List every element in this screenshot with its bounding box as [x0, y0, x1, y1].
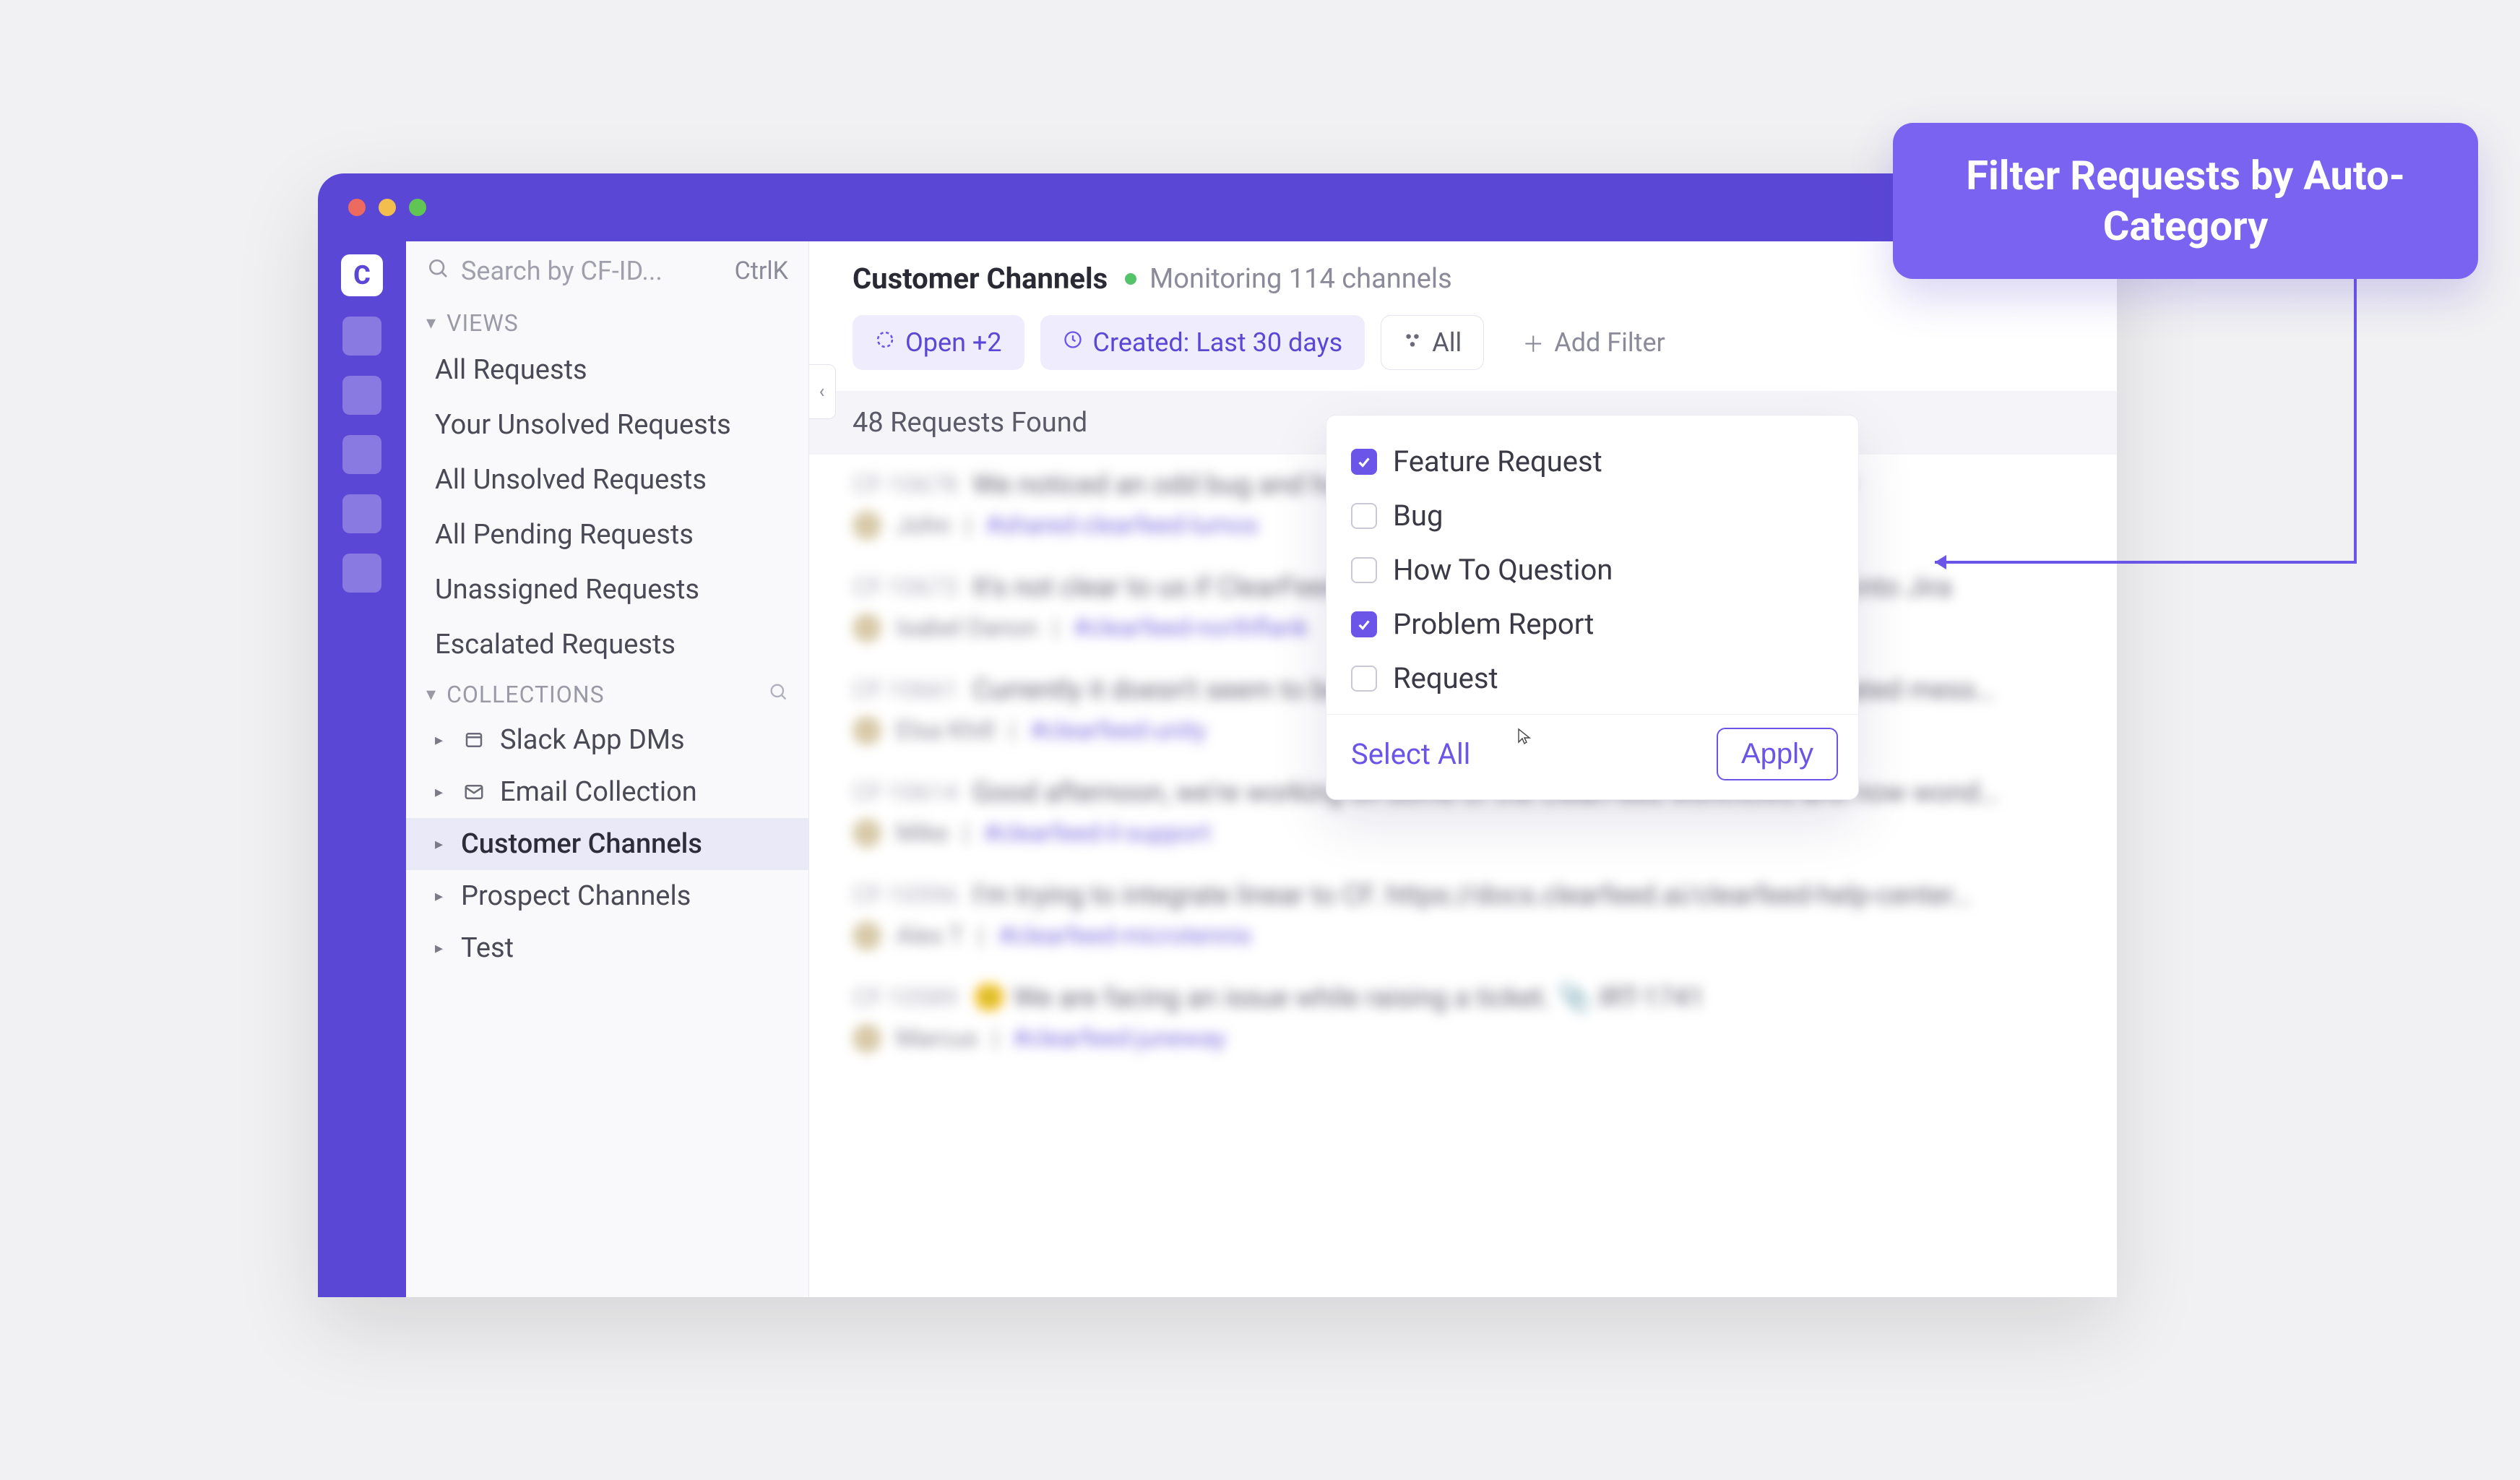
checkbox[interactable] [1351, 449, 1377, 475]
cursor-icon [1516, 728, 1533, 745]
rail-item[interactable] [342, 376, 381, 415]
caret-right-icon: ▸ [435, 731, 448, 749]
sidebar-collection-item[interactable]: ▸ Email Collection [406, 766, 808, 818]
filter-open-label: Open +2 [905, 327, 1002, 358]
status-dot-icon [1125, 273, 1136, 285]
collection-label: Slack App DMs [500, 724, 685, 756]
sidebar-view-item[interactable]: Your Unsolved Requests [406, 397, 808, 452]
sidebar: Search by CF-ID... CtrlK ▾ VIEWS All Req… [406, 241, 809, 1297]
annotation-badge: Filter Requests by Auto-Category [1893, 123, 2478, 279]
filter-option-label: Request [1393, 661, 1498, 695]
category-icon [1403, 330, 1422, 356]
caret-down-icon: ▾ [426, 312, 436, 334]
add-filter-button[interactable]: ＋ Add Filter [1500, 314, 1688, 371]
select-all-button[interactable]: Select All [1351, 737, 1470, 771]
filter-option-label: How To Question [1393, 553, 1613, 587]
views-section-header[interactable]: ▾ VIEWS [406, 301, 808, 343]
sidebar-view-item[interactable]: Escalated Requests [406, 617, 808, 672]
filter-created-label: Created: Last 30 days [1093, 327, 1343, 358]
app-logo[interactable]: C [341, 254, 383, 296]
checkbox[interactable] [1351, 611, 1377, 637]
sidebar-view-item[interactable]: All Unsolved Requests [406, 452, 808, 507]
window-close-icon[interactable] [348, 199, 366, 216]
caret-right-icon: ▸ [435, 835, 448, 853]
sidebar-collection-item[interactable]: ▸ Prospect Channels [406, 870, 808, 922]
sidebar-collection-item[interactable]: ▸ Customer Channels [406, 818, 808, 870]
sidebar-collection-item[interactable]: ▸ Test [406, 922, 808, 974]
rail-item[interactable] [342, 317, 381, 356]
filter-option-label: Bug [1393, 499, 1443, 533]
views-label: VIEWS [446, 309, 519, 337]
filter-option[interactable]: Problem Report [1326, 597, 1858, 651]
checkbox[interactable] [1351, 666, 1377, 692]
search-input[interactable]: Search by CF-ID... CtrlK [406, 241, 808, 301]
search-placeholder: Search by CF-ID... [461, 256, 723, 286]
category-filter-dropdown: Feature Request Bug How To Question Problem… [1326, 415, 1859, 800]
request-item[interactable]: CF-10596I'm trying to integrate linear t… [853, 879, 2074, 950]
filter-category-label: All [1432, 327, 1462, 358]
search-shortcut: CtrlK [735, 257, 788, 285]
filter-category-pill[interactable]: All [1381, 315, 1484, 370]
search-collections-icon[interactable] [768, 681, 788, 707]
add-filter-label: Add Filter [1554, 327, 1665, 358]
mail-icon [461, 781, 487, 803]
request-item[interactable]: CF-10589😕 We are facing an issue while r… [853, 982, 2074, 1053]
collapse-sidebar-button[interactable]: ‹ [809, 364, 836, 419]
collection-label: Test [461, 932, 514, 964]
caret-right-icon: ▸ [435, 939, 448, 958]
filter-option-label: Feature Request [1393, 444, 1602, 478]
caret-down-icon: ▾ [426, 684, 436, 705]
sidebar-view-item[interactable]: Unassigned Requests [406, 562, 808, 617]
checkbox[interactable] [1351, 503, 1377, 529]
search-icon [426, 256, 449, 286]
filter-bar: Open +2 Created: Last 30 days All [809, 307, 2117, 391]
sidebar-view-item[interactable]: All Pending Requests [406, 507, 808, 562]
filter-option-label: Problem Report [1393, 607, 1594, 641]
filter-open-pill[interactable]: Open +2 [853, 315, 1024, 370]
collection-label: Customer Channels [461, 828, 702, 860]
rail-item[interactable] [342, 435, 381, 474]
filter-option[interactable]: Feature Request [1326, 434, 1858, 489]
filter-option[interactable]: Request [1326, 651, 1858, 705]
window-minimize-icon[interactable] [379, 199, 396, 216]
checkbox[interactable] [1351, 557, 1377, 583]
collection-label: Email Collection [500, 776, 697, 808]
app-window: C Search by CF-ID... CtrlK ▾ VIEWS [318, 173, 2117, 1297]
sidebar-collection-item[interactable]: ▸ Slack App DMs [406, 714, 808, 766]
apply-button[interactable]: Apply [1717, 728, 1838, 780]
filter-created-pill[interactable]: Created: Last 30 days [1040, 315, 1365, 370]
collection-label: Prospect Channels [461, 880, 691, 912]
status-icon [875, 330, 895, 356]
window-icon [461, 729, 487, 751]
icon-rail: C [318, 241, 406, 1297]
clock-icon [1063, 330, 1083, 356]
collections-section-header[interactable]: ▾ COLLECTIONS [406, 672, 808, 714]
caret-right-icon: ▸ [435, 887, 448, 905]
filter-option[interactable]: How To Question [1326, 543, 1858, 597]
monitoring-text: Monitoring 114 channels [1149, 263, 1452, 295]
rail-item[interactable] [342, 554, 381, 593]
page-title: Customer Channels [853, 262, 1108, 296]
rail-item[interactable] [342, 494, 381, 533]
window-maximize-icon[interactable] [409, 199, 426, 216]
sidebar-view-item[interactable]: All Requests [406, 343, 808, 397]
collections-label: COLLECTIONS [446, 681, 605, 708]
caret-right-icon: ▸ [435, 783, 448, 801]
window-titlebar [318, 173, 2117, 241]
plus-icon: ＋ [1522, 327, 1544, 358]
main-content: ‹ Customer Channels Monitoring 114 chann… [809, 241, 2117, 1297]
filter-option[interactable]: Bug [1326, 489, 1858, 543]
